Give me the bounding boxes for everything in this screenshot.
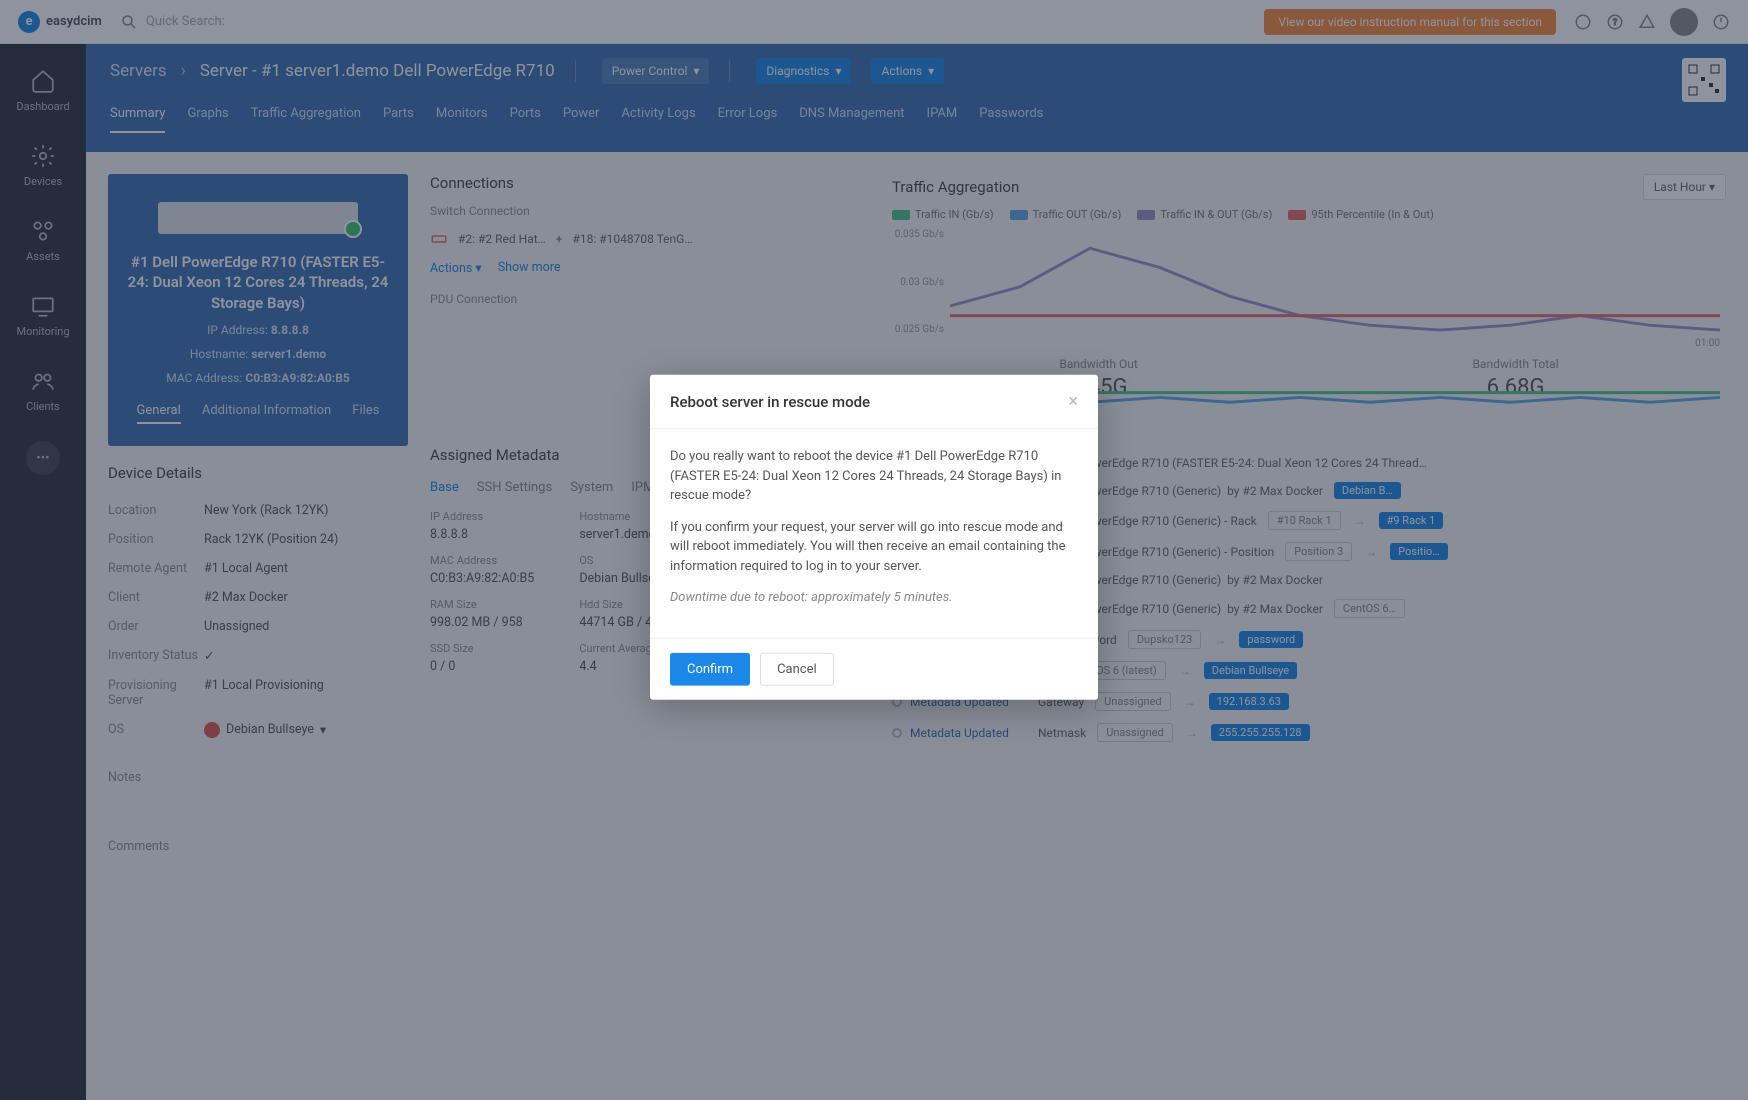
modal-title: Reboot server in rescue mode [670, 392, 870, 410]
confirm-button[interactable]: Confirm [670, 652, 750, 685]
close-icon[interactable]: × [1068, 391, 1078, 412]
reboot-modal: Reboot server in rescue mode × Do you re… [650, 375, 1098, 700]
cancel-button[interactable]: Cancel [760, 652, 834, 685]
modal-line-1: Do you really want to reboot the device … [670, 447, 1078, 506]
modal-line-3: Downtime due to reboot: approximately 5 … [670, 590, 953, 605]
modal-line-2: If you confirm your request, your server… [670, 517, 1078, 576]
